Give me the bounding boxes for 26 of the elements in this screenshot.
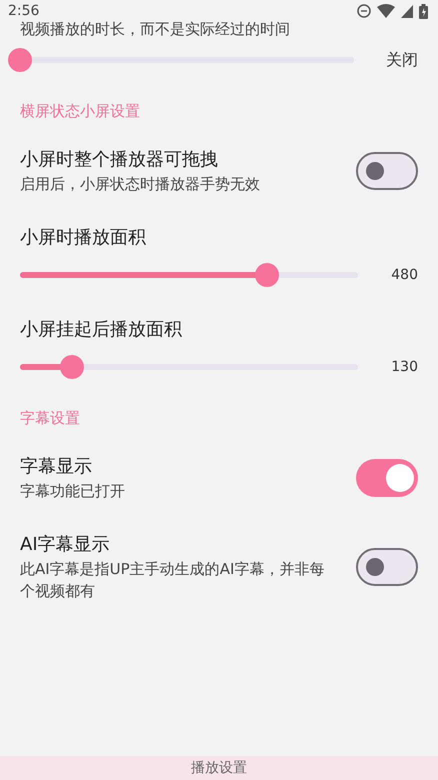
wifi-icon [377,4,395,18]
slider-value: 480 [390,267,418,283]
status-time: 2:56 [8,3,40,19]
setting-title: 小屏挂起后播放面积 [20,318,183,342]
signal-icon [401,4,413,18]
setting-description: 此AI字幕是指UP主手动生成的AI字幕，并非每个视频都有 [20,559,326,602]
slider-value: 关闭 [386,50,418,70]
setting-title: AI字幕显示 [20,533,111,557]
section-header: 横屏状态小屏设置 [19,102,141,121]
setting-description: 字幕功能已打开 [20,481,125,502]
setting-title: 小屏时播放面积 [20,226,147,250]
slider-thumb[interactable] [254,263,279,287]
setting-description: 启用后，小屏状态时播放器手势无效 [20,174,260,195]
slider-thumb[interactable] [8,48,32,72]
toggle-switch[interactable] [356,548,418,586]
setting-description: 视频播放的时长，而不是实际经过的时间 [19,19,291,40]
slider-value: 130 [390,359,418,375]
setting-title: 字幕显示 [20,455,93,479]
setting-title: 小屏时整个播放器可拖拽 [20,148,219,172]
do-not-disturb-icon [357,4,371,18]
battery-icon [419,4,428,18]
bottom-bar-title: 播放设置 [191,759,247,777]
toggle-switch[interactable] [356,459,418,497]
toggle-switch[interactable] [356,152,418,190]
slider-thumb[interactable] [60,355,84,379]
section-header: 字幕设置 [19,409,81,428]
